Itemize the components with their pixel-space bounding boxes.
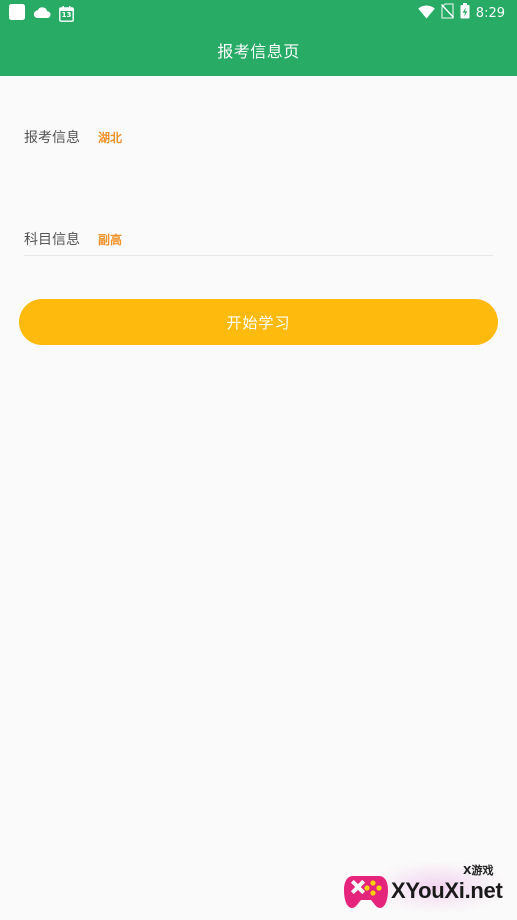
status-time: 8:29 (475, 5, 505, 21)
calendar-icon: 13 (59, 6, 74, 22)
calendar-day: 13 (61, 11, 72, 19)
status-bar: 13 8:29 (0, 0, 517, 24)
square-notification-icon (9, 4, 25, 24)
subject-info-row[interactable]: 科目信息 副高 (24, 227, 493, 251)
subject-info-label: 科目信息 (24, 232, 80, 248)
status-bar-right: 8:29 (417, 3, 505, 23)
subject-info-value[interactable]: 副高 (98, 231, 122, 248)
watermark-big-text: XYouXi.net (391, 878, 503, 903)
exam-info-value[interactable]: 湖北 (98, 129, 122, 146)
watermark-small-text: X游戏 (463, 864, 494, 877)
app-bar: 报考信息页 (0, 24, 517, 76)
subject-divider (24, 255, 493, 256)
cloud-icon (33, 5, 51, 24)
status-bar-left: 13 (9, 4, 74, 24)
gamepad-logo-icon (343, 870, 389, 916)
battery-charging-icon (460, 3, 470, 23)
exam-info-row[interactable]: 报考信息 湖北 (24, 125, 493, 149)
start-learning-button[interactable]: 开始学习 (19, 299, 498, 345)
no-sim-icon (440, 3, 454, 23)
wifi-icon (417, 4, 435, 23)
watermark: X游戏 XYouXi.net (343, 860, 509, 914)
exam-info-label: 报考信息 (24, 130, 80, 146)
page-title: 报考信息页 (217, 42, 300, 61)
